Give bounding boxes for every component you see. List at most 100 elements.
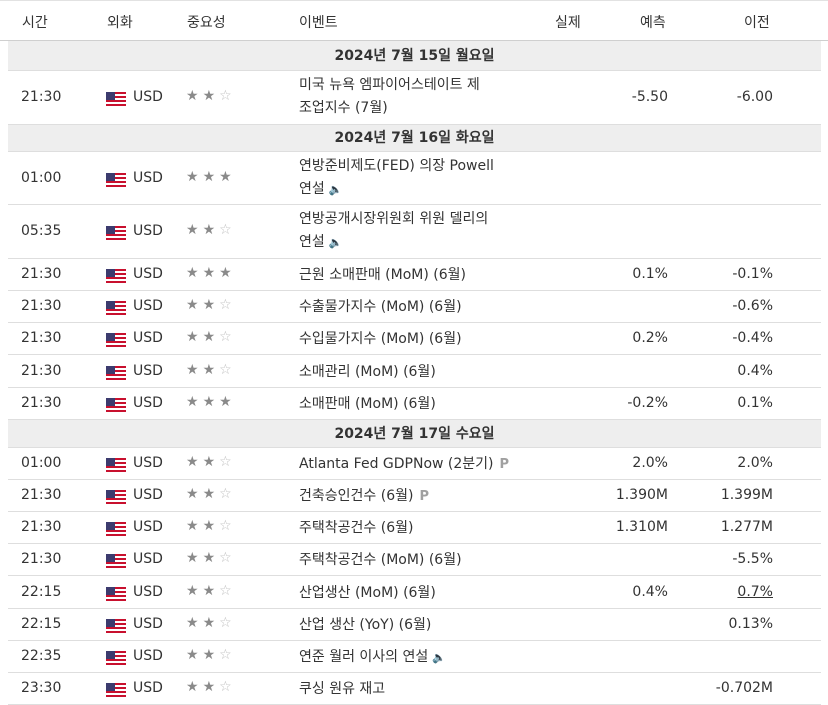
event-time: 01:00	[21, 170, 62, 186]
table-row[interactable]: 21:30 USD ★★☆ 주택착공건수 (MoM) (6월) -5.5%	[8, 544, 821, 576]
event-name-line1[interactable]: 산업생산 (MoM) (6월)	[299, 585, 436, 601]
event-name[interactable]: 주택착공건수 (MoM) (6월)	[299, 549, 529, 572]
event-forecast: 0.1%	[632, 266, 668, 282]
event-time: 21:30	[21, 395, 62, 411]
us-flag-icon	[106, 333, 126, 347]
table-row[interactable]: 21:30 USD ★★☆ 주택착공건수 (6월) 1.310M 1.277M	[8, 512, 821, 544]
event-time: 05:35	[21, 223, 62, 239]
table-row[interactable]: 05:35 USD ★★☆ 연방공개시장위원회 위원 델리의 연설 🔈	[8, 205, 821, 259]
date-label: 2024년 7월 17일 수요일	[334, 426, 495, 442]
star-icon: ★	[202, 615, 220, 631]
importance-stars: ★★★	[186, 169, 236, 185]
table-row[interactable]: 21:30 USD ★★☆ 수입물가지수 (MoM) (6월) 0.2% -0.4%	[8, 323, 821, 355]
us-flag-icon	[106, 458, 126, 472]
event-name-line1[interactable]: Atlanta Fed GDPNow (2분기)	[299, 456, 494, 472]
event-name[interactable]: 산업 생산 (YoY) (6월)	[299, 614, 529, 637]
us-flag-icon	[106, 269, 126, 283]
event-name[interactable]: 연방공개시장위원회 위원 델리의연설 🔈	[299, 208, 529, 254]
speaker-icon: 🔈	[328, 236, 343, 249]
event-name-line2[interactable]: 조업지수 (7월)	[299, 100, 388, 116]
header-currency: 외화	[107, 15, 133, 31]
event-name[interactable]: Atlanta Fed GDPNow (2분기) P	[299, 453, 529, 476]
table-row[interactable]: 21:30 USD ★★☆ 소매관리 (MoM) (6월) 0.4%	[8, 355, 821, 388]
star-icon: ★	[186, 486, 203, 502]
event-name[interactable]: 주택착공건수 (6월)	[299, 517, 529, 540]
event-time: 21:30	[21, 551, 62, 567]
star-icon: ☆	[219, 88, 236, 104]
event-name-line1[interactable]: 주택착공건수 (MoM) (6월)	[299, 552, 462, 568]
event-name-line1[interactable]: 근원 소매판매 (MoM) (6월)	[299, 267, 466, 283]
event-previous[interactable]: 0.7%	[737, 584, 773, 600]
event-name-line1[interactable]: 산업 생산 (YoY) (6월)	[299, 617, 431, 633]
date-row: 2024년 7월 15일 월요일	[8, 41, 821, 71]
importance-stars: ★★☆	[186, 222, 236, 238]
star-icon: ★	[202, 169, 220, 185]
event-name[interactable]: 근원 소매판매 (MoM) (6월)	[299, 264, 529, 287]
us-flag-icon	[106, 301, 126, 315]
table-row[interactable]: 21:30 USD ★★☆ 수출물가지수 (MoM) (6월) -0.6%	[8, 291, 821, 323]
event-previous: 1.399M	[720, 487, 773, 503]
event-name[interactable]: 수출물가지수 (MoM) (6월)	[299, 296, 529, 319]
star-icon: ★	[202, 550, 220, 566]
event-currency: USD	[133, 170, 163, 186]
table-row[interactable]: 22:35 USD ★★☆ 연준 월러 이사의 연설 🔈	[8, 641, 821, 673]
event-time: 23:30	[21, 680, 62, 696]
star-icon: ★	[219, 169, 236, 185]
header-actual: 실제	[555, 15, 581, 31]
event-previous: -0.6%	[732, 298, 773, 314]
event-forecast: 2.0%	[632, 455, 668, 471]
star-icon: ★	[186, 88, 203, 104]
event-name-line1[interactable]: 소매관리 (MoM) (6월)	[299, 364, 436, 380]
event-name-line1[interactable]: 수출물가지수 (MoM) (6월)	[299, 299, 462, 315]
event-name-line1[interactable]: 미국 뉴욕 엠파이어스테이트 제	[299, 77, 480, 93]
importance-stars: ★★★	[186, 394, 236, 410]
table-row[interactable]: 23:30 USD ★★☆ 쿠싱 원유 재고 -0.702M	[8, 673, 821, 705]
event-name-line1[interactable]: 연방공개시장위원회 위원 델리의	[299, 211, 488, 227]
table-row[interactable]: 01:00 USD ★★☆ Atlanta Fed GDPNow (2분기) P 2.0%…	[8, 448, 821, 480]
us-flag-icon	[106, 226, 126, 240]
importance-stars: ★★☆	[186, 486, 236, 502]
event-currency: USD	[133, 519, 163, 535]
importance-stars: ★★☆	[186, 362, 236, 378]
event-name-line1[interactable]: 주택착공건수 (6월)	[299, 520, 413, 536]
importance-stars: ★★☆	[186, 454, 236, 470]
event-name[interactable]: 연준 월러 이사의 연설 🔈	[299, 646, 529, 669]
event-previous: -0.4%	[732, 330, 773, 346]
date-row: 2024년 7월 17일 수요일	[8, 420, 821, 448]
event-time: 22:35	[21, 648, 62, 664]
star-icon: ★	[202, 297, 220, 313]
header-time: 시간	[22, 15, 48, 31]
table-row[interactable]: 22:15 USD ★★☆ 산업 생산 (YoY) (6월) 0.13%	[8, 609, 821, 641]
event-time: 21:30	[21, 487, 62, 503]
event-name[interactable]: 건축승인건수 (6월) P	[299, 485, 529, 508]
star-icon: ★	[202, 362, 220, 378]
event-name[interactable]: 산업생산 (MoM) (6월)	[299, 582, 529, 605]
us-flag-icon	[106, 683, 126, 697]
event-name-line2[interactable]: 연설	[299, 234, 325, 250]
star-icon: ☆	[219, 486, 236, 502]
event-name[interactable]: 소매관리 (MoM) (6월)	[299, 361, 529, 384]
event-time: 01:00	[21, 455, 62, 471]
event-name[interactable]: 쿠싱 원유 재고	[299, 678, 529, 701]
event-name-line1[interactable]: 건축승인건수 (6월)	[299, 488, 413, 504]
event-name[interactable]: 소매판매 (MoM) (6월)	[299, 393, 529, 416]
event-name-line1[interactable]: 소매판매 (MoM) (6월)	[299, 396, 436, 412]
event-name-line1[interactable]: 연방준비제도(FED) 의장 Powell	[299, 158, 494, 174]
table-row[interactable]: 21:30 USD ★★★ 근원 소매판매 (MoM) (6월) 0.1% -0.1%	[8, 259, 821, 291]
event-name-line1[interactable]: 수입물가지수 (MoM) (6월)	[299, 331, 462, 347]
table-row[interactable]: 01:00 USD ★★★ 연방준비제도(FED) 의장 Powell 연설 🔈	[8, 152, 821, 205]
event-name-line1[interactable]: 연준 월러 이사의 연설	[299, 649, 428, 665]
event-currency: USD	[133, 487, 163, 503]
event-name-line2[interactable]: 연설	[299, 181, 325, 197]
event-name[interactable]: 연방준비제도(FED) 의장 Powell 연설 🔈	[299, 155, 529, 201]
event-name[interactable]: 미국 뉴욕 엠파이어스테이트 제조업지수 (7월)	[299, 74, 529, 120]
event-name-line1[interactable]: 쿠싱 원유 재고	[299, 681, 385, 697]
event-currency: USD	[133, 298, 163, 314]
event-currency: USD	[133, 616, 163, 632]
star-icon: ★	[202, 222, 220, 238]
table-row[interactable]: 21:30 USD ★★☆ 미국 뉴욕 엠파이어스테이트 제 조업지수 (7월) -5.5…	[8, 71, 821, 125]
event-name[interactable]: 수입물가지수 (MoM) (6월)	[299, 328, 529, 351]
table-row[interactable]: 21:30 USD ★★☆ 건축승인건수 (6월) P 1.390M 1.399M	[8, 480, 821, 512]
table-row[interactable]: 21:30 USD ★★★ 소매판매 (MoM) (6월) -0.2% 0.1%	[8, 388, 821, 420]
table-row[interactable]: 22:15 USD ★★☆ 산업생산 (MoM) (6월) 0.4% 0.7%	[8, 576, 821, 609]
